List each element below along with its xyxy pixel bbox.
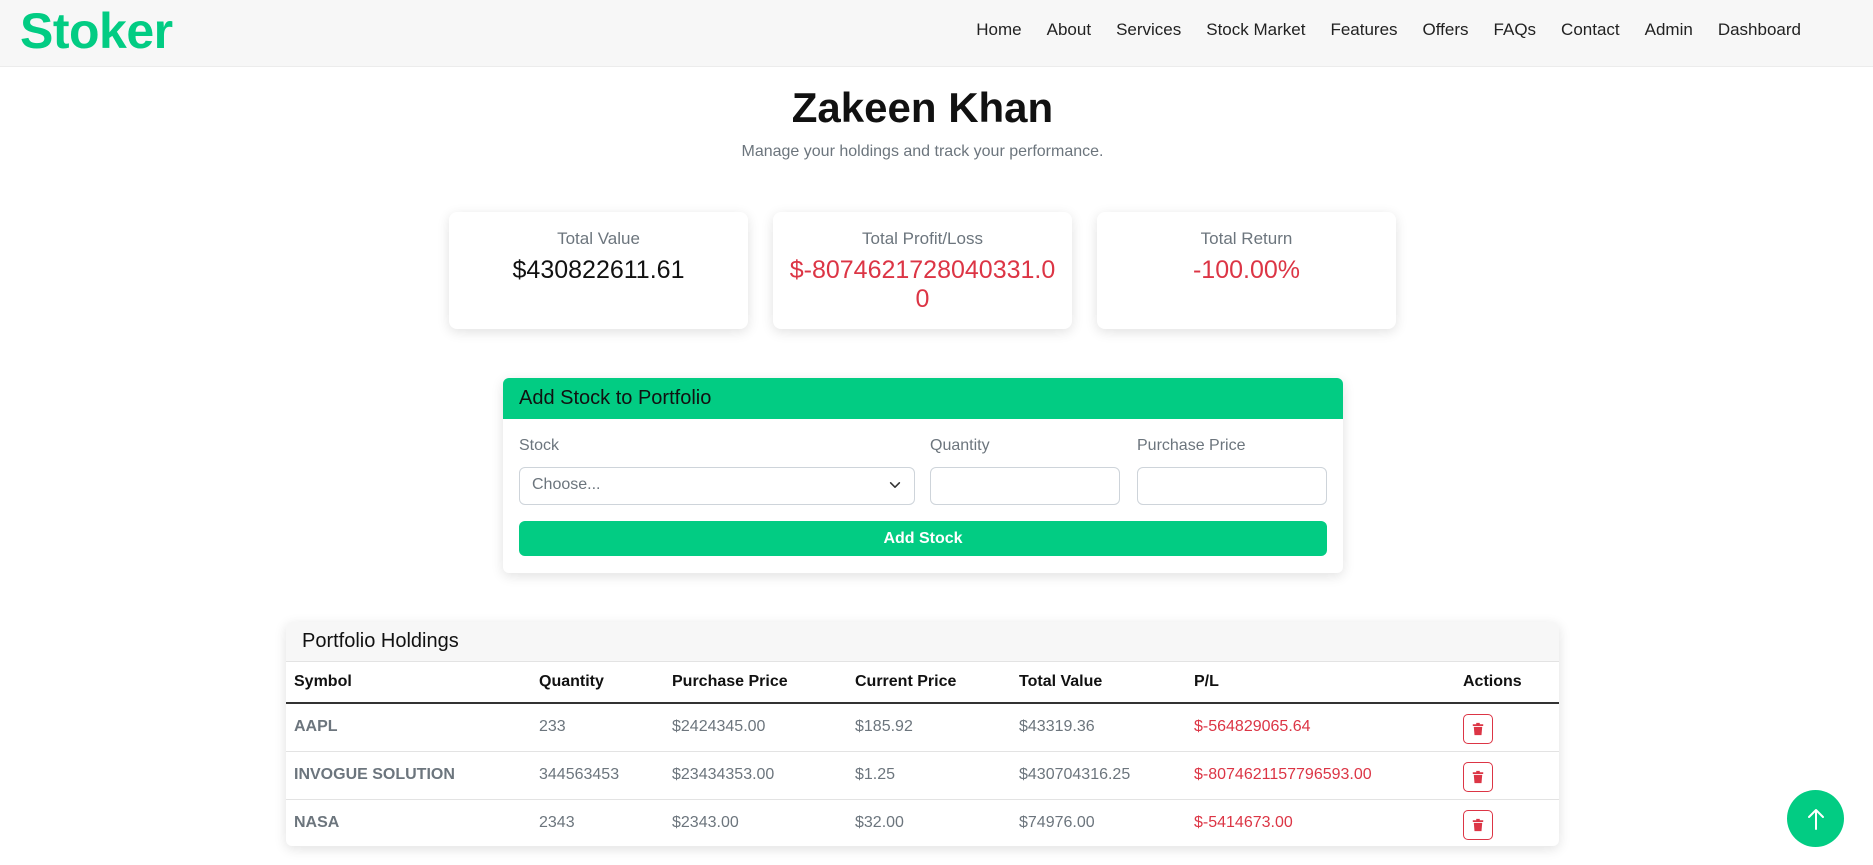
cell-purchase-price: $2424345.00 [664, 703, 847, 752]
nav-link-home[interactable]: Home [976, 20, 1021, 40]
cell-current-price: $32.00 [855, 814, 904, 832]
nav-link-admin[interactable]: Admin [1645, 20, 1693, 40]
nav-link-faqs[interactable]: FAQs [1494, 20, 1537, 40]
purchase-price-input[interactable] [1137, 467, 1327, 505]
add-stock-button[interactable]: Add Stock [519, 521, 1327, 556]
column-header-quantity: Quantity [531, 662, 664, 704]
delete-holding-button[interactable] [1463, 810, 1493, 841]
total-profit-loss-amount: $-8074621728040331.00 [789, 256, 1056, 313]
portfolio-holdings: Portfolio Holdings Symbol Quantity Purch… [286, 622, 1559, 846]
quantity-input[interactable] [930, 467, 1120, 505]
portfolio-holdings-title: Portfolio Holdings [286, 622, 1559, 662]
cell-symbol: NASA [294, 814, 340, 832]
nav-link-about[interactable]: About [1047, 20, 1091, 40]
column-header-total-value: Total Value [1011, 662, 1186, 704]
trash-icon [1472, 723, 1484, 736]
nav-link-offers[interactable]: Offers [1423, 20, 1469, 40]
trash-icon [1472, 770, 1484, 784]
column-header-current-price: Current Price [847, 662, 1011, 704]
table-row: AAPL 233 $2424345.00 $185.92 $43319.36 $… [286, 703, 1559, 752]
nav-link-stock-market[interactable]: Stock Market [1206, 20, 1305, 40]
add-stock-form: Add Stock to Portfolio Stock Choose... Q… [503, 378, 1343, 573]
page-subtitle: Manage your holdings and track your perf… [741, 143, 1104, 160]
navbar: Stoker Home About Services Stock Market … [0, 0, 1873, 67]
cell-purchase-price: $2343.00 [672, 814, 739, 832]
stock-select[interactable]: Choose... [519, 467, 915, 505]
nav-link-contact[interactable]: Contact [1561, 20, 1620, 40]
cell-actions [1455, 751, 1559, 800]
cell-symbol: INVOGUE SOLUTION [286, 751, 531, 800]
total-profit-loss-card: Total Profit/Loss $-8074621728040331.00 [773, 212, 1072, 329]
delete-holding-button[interactable] [1463, 762, 1493, 792]
column-header-actions: Actions [1455, 662, 1559, 704]
stock-field-label: Stock [519, 437, 560, 454]
nav-link-features[interactable]: Features [1330, 20, 1397, 40]
cell-current-price: $1.25 [847, 751, 1011, 800]
cell-purchase-price: $23434353.00 [664, 751, 847, 800]
scroll-to-top-button[interactable] [1787, 790, 1844, 847]
cell-current-price: $185.92 [847, 703, 1011, 752]
chevron-down-icon [889, 482, 901, 488]
cell-actions [1455, 703, 1559, 752]
cell-pl: $-5414673.00 [1194, 814, 1293, 832]
table-row: INVOGUE SOLUTION 344563453 $23434353.00 … [286, 751, 1559, 800]
column-header-purchase-price: Purchase Price [664, 662, 847, 704]
column-header-pl: P/L [1186, 662, 1455, 704]
arrow-up-icon [1807, 808, 1824, 830]
brand-logo[interactable]: Stoker [20, 2, 173, 60]
total-value-amount: $430822611.61 [512, 256, 685, 284]
cell-actions [1455, 799, 1559, 846]
cell-pl: $-8074621157796593.00 [1186, 751, 1455, 800]
cell-quantity: 2343 [539, 814, 575, 832]
cell-quantity: 233 [531, 703, 664, 752]
page-title: Zakeen Khan [791, 84, 1054, 131]
add-stock-form-title: Add Stock to Portfolio [503, 378, 1343, 419]
total-return-label: Total Return [1200, 229, 1293, 248]
cell-total-value: $74976.00 [1019, 814, 1095, 832]
trash-icon [1472, 819, 1484, 832]
main-nav: Home About Services Stock Market Feature… [976, 20, 1801, 40]
total-value-card: Total Value $430822611.61 [449, 212, 748, 329]
stock-select-value: Choose... [532, 476, 601, 493]
total-value-label: Total Value [557, 229, 640, 248]
holdings-table: Symbol Quantity Purchase Price Current P… [286, 662, 1559, 846]
nav-link-services[interactable]: Services [1116, 20, 1181, 40]
cell-symbol: AAPL [286, 703, 531, 752]
total-profit-loss-label: Total Profit/Loss [862, 229, 983, 248]
delete-holding-button[interactable] [1463, 714, 1493, 745]
column-header-symbol: Symbol [286, 662, 531, 704]
cell-total-value: $43319.36 [1011, 703, 1186, 752]
quantity-field-label: Quantity [930, 437, 990, 454]
nav-link-dashboard[interactable]: Dashboard [1718, 20, 1801, 40]
purchase-price-field-label: Purchase Price [1137, 437, 1246, 454]
table-row: NASA 2343 $2343.00 $32.00 $74976.00 $-54… [286, 799, 1559, 846]
cell-quantity: 344563453 [531, 751, 664, 800]
total-return-amount: -100.00% [1192, 256, 1301, 284]
table-header-row: Symbol Quantity Purchase Price Current P… [286, 662, 1559, 704]
total-return-card: Total Return -100.00% [1097, 212, 1396, 329]
cell-total-value: $430704316.25 [1011, 751, 1186, 800]
cell-pl: $-564829065.64 [1186, 703, 1455, 752]
